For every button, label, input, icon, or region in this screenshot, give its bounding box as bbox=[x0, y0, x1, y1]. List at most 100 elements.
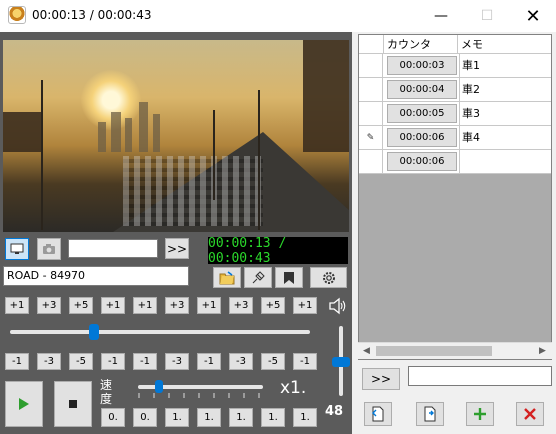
speed-preset-button[interactable]: 1. bbox=[229, 408, 253, 427]
open-folder-button[interactable] bbox=[213, 267, 241, 288]
row-header[interactable] bbox=[359, 150, 383, 174]
play-button[interactable] bbox=[5, 381, 43, 427]
counter-cell-button[interactable]: 00:00:06 bbox=[387, 128, 457, 147]
monitor-button[interactable] bbox=[5, 238, 29, 260]
volume-slider-thumb[interactable] bbox=[332, 357, 350, 368]
snapshot-name-input[interactable] bbox=[68, 239, 158, 258]
memo-cell[interactable]: 車2 bbox=[459, 78, 480, 102]
stop-icon bbox=[69, 400, 77, 408]
counter-cell-button[interactable]: 00:00:06 bbox=[387, 152, 457, 171]
speed-value: x1. bbox=[280, 378, 307, 398]
window-title: 00:00:13 / 00:00:43 bbox=[32, 8, 152, 22]
speaker-icon[interactable] bbox=[328, 297, 346, 315]
step-forward-button[interactable]: +5 bbox=[261, 297, 285, 314]
step-back-button[interactable]: -1 bbox=[133, 353, 157, 370]
speed-slider-ticks bbox=[138, 393, 260, 398]
speed-label: 速度 bbox=[100, 378, 113, 406]
row-header[interactable] bbox=[359, 102, 383, 126]
video-building bbox=[3, 112, 43, 152]
video-traffic bbox=[123, 156, 263, 226]
column-header-memo[interactable]: メモ bbox=[458, 35, 551, 54]
speed-preset-button[interactable]: 1. bbox=[197, 408, 221, 427]
row-header-editing[interactable]: ✎ bbox=[359, 126, 383, 150]
step-back-button[interactable]: -1 bbox=[293, 353, 317, 370]
marks-grid-header: カウンタ メモ bbox=[359, 35, 551, 54]
step-forward-button[interactable]: +5 bbox=[69, 297, 93, 314]
table-row-new[interactable]: 00:00:06 bbox=[359, 150, 551, 174]
speed-preset-button[interactable]: 1. bbox=[293, 408, 317, 427]
step-forward-button[interactable]: +3 bbox=[165, 297, 189, 314]
step-back-button[interactable]: -5 bbox=[69, 353, 93, 370]
skip-forward-button[interactable]: >> bbox=[165, 238, 189, 259]
minimize-button[interactable]: — bbox=[418, 0, 464, 32]
step-back-button[interactable]: -1 bbox=[197, 353, 221, 370]
step-forward-button[interactable]: +1 bbox=[5, 297, 29, 314]
position-slider-track[interactable] bbox=[10, 330, 310, 334]
step-back-button[interactable]: -3 bbox=[229, 353, 253, 370]
scroll-left-arrow[interactable]: ◀ bbox=[358, 343, 375, 359]
step-back-button[interactable]: -1 bbox=[5, 353, 29, 370]
export-button[interactable] bbox=[364, 402, 392, 426]
stop-button[interactable] bbox=[54, 381, 92, 427]
video-building bbox=[98, 122, 106, 152]
table-row[interactable]: ✎ 00:00:06 車4 bbox=[359, 126, 551, 150]
pin-button[interactable] bbox=[244, 267, 272, 288]
add-mark-button[interactable] bbox=[466, 402, 494, 426]
memo-input[interactable] bbox=[408, 366, 552, 386]
marks-grid[interactable]: カウンタ メモ 00:00:03 車1 00:00:04 車2 00:00:05… bbox=[358, 34, 552, 360]
table-row[interactable]: 00:00:04 車2 bbox=[359, 78, 551, 102]
step-forward-button[interactable]: +1 bbox=[293, 297, 317, 314]
marks-skip-button[interactable]: >> bbox=[362, 368, 400, 390]
import-button[interactable] bbox=[416, 402, 444, 426]
maximize-button[interactable]: ☐ bbox=[464, 0, 510, 32]
play-icon bbox=[19, 398, 29, 410]
step-back-button[interactable]: -5 bbox=[261, 353, 285, 370]
table-row[interactable]: 00:00:05 車3 bbox=[359, 102, 551, 126]
monitor-icon bbox=[10, 243, 24, 254]
video-streetlamp bbox=[41, 80, 43, 230]
step-back-button[interactable]: -3 bbox=[165, 353, 189, 370]
speed-slider-thumb[interactable] bbox=[155, 380, 164, 393]
speed-preset-button[interactable]: 1. bbox=[261, 408, 285, 427]
plus-icon bbox=[474, 408, 486, 420]
folder-icon bbox=[219, 270, 235, 284]
row-header[interactable] bbox=[359, 78, 383, 102]
row-header[interactable] bbox=[359, 54, 383, 78]
position-slider-thumb[interactable] bbox=[89, 324, 99, 340]
step-back-button[interactable]: -1 bbox=[101, 353, 125, 370]
counter-cell-button[interactable]: 00:00:03 bbox=[387, 56, 457, 75]
memo-cell[interactable]: 車3 bbox=[459, 102, 480, 126]
title-bar: 00:00:13 / 00:00:43 — ☐ ✕ bbox=[0, 0, 556, 32]
snapshot-button[interactable] bbox=[37, 238, 61, 260]
delete-mark-button[interactable] bbox=[516, 402, 544, 426]
speed-preset-button[interactable]: 1. bbox=[165, 408, 189, 427]
speed-preset-button[interactable]: 0. bbox=[101, 408, 125, 427]
scroll-right-arrow[interactable]: ▶ bbox=[534, 343, 551, 359]
horizontal-scrollbar[interactable]: ◀ ▶ bbox=[358, 342, 552, 359]
settings-button[interactable] bbox=[310, 267, 347, 288]
scrollbar-thumb[interactable] bbox=[376, 346, 492, 356]
step-forward-button[interactable]: +3 bbox=[229, 297, 253, 314]
video-streetlamp bbox=[258, 90, 260, 230]
table-row[interactable]: 00:00:03 車1 bbox=[359, 54, 551, 78]
step-forward-button[interactable]: +1 bbox=[133, 297, 157, 314]
step-forward-button[interactable]: +3 bbox=[37, 297, 61, 314]
memo-cell[interactable]: 車4 bbox=[459, 126, 480, 150]
document-import-icon bbox=[424, 406, 436, 422]
video-frame[interactable] bbox=[3, 40, 349, 232]
delete-icon bbox=[524, 408, 536, 420]
gear-icon bbox=[322, 271, 335, 284]
speed-preset-button[interactable]: 0. bbox=[133, 408, 157, 427]
clip-name-field[interactable]: ROAD - 84970 bbox=[3, 266, 189, 286]
grid-corner bbox=[359, 35, 384, 54]
bookmark-button[interactable] bbox=[275, 267, 303, 288]
counter-cell-button[interactable]: 00:00:04 bbox=[387, 80, 457, 99]
column-header-counter[interactable]: カウンタ bbox=[384, 35, 458, 54]
close-button[interactable]: ✕ bbox=[510, 0, 556, 32]
counter-cell-button[interactable]: 00:00:05 bbox=[387, 104, 457, 123]
step-back-button[interactable]: -3 bbox=[37, 353, 61, 370]
step-forward-button[interactable]: +1 bbox=[101, 297, 125, 314]
memo-cell[interactable] bbox=[459, 150, 462, 174]
step-forward-button[interactable]: +1 bbox=[197, 297, 221, 314]
memo-cell[interactable]: 車1 bbox=[459, 54, 480, 78]
